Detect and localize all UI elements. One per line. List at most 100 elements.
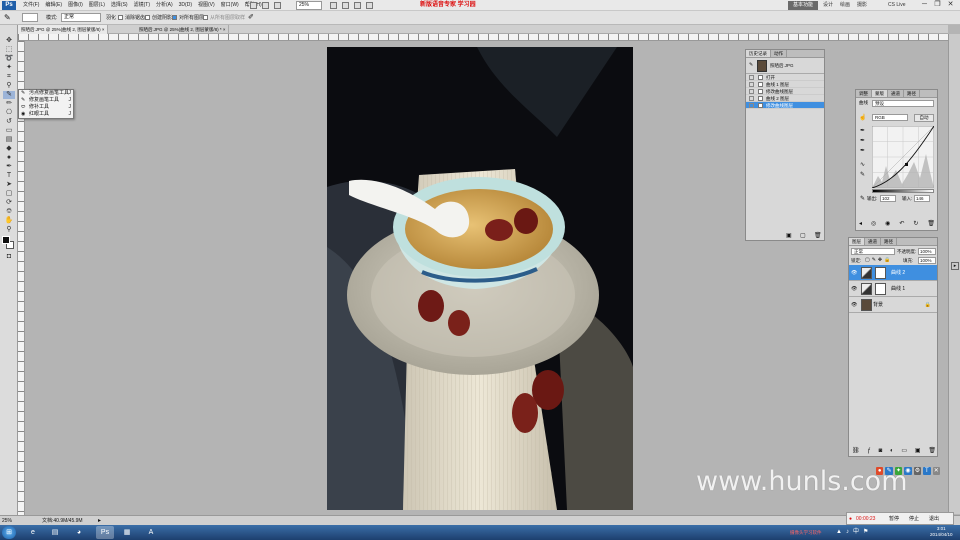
sample-all-checkbox[interactable] (203, 15, 208, 20)
menu-3d[interactable]: 3D(D) (176, 0, 195, 11)
layer-mask-thumbnail[interactable] (875, 267, 886, 279)
hand-tool-icon[interactable]: ✋ (3, 217, 15, 225)
return-icon[interactable]: ◂ (859, 220, 862, 229)
move-tool-icon[interactable]: ✥ (3, 37, 15, 45)
menu-view[interactable]: 视图(V) (195, 0, 218, 11)
layer-row-curves-1[interactable]: 👁 曲线 1 (849, 281, 937, 297)
antialias-checkbox[interactable] (118, 15, 123, 20)
tab-channels[interactable]: 通道 (888, 90, 904, 97)
reset-icon[interactable]: ↻ (913, 220, 918, 229)
text-icon[interactable]: T (923, 467, 931, 475)
layer-row-curves-2[interactable]: 👁 曲线 2 (849, 265, 937, 281)
tray-volume-icon[interactable]: ♪ (846, 528, 849, 537)
all-layers-checkbox[interactable] (172, 15, 177, 20)
eyedropper-tool-icon[interactable]: ⚲ (3, 82, 15, 90)
folder-icon[interactable]: ▦ (118, 526, 136, 539)
history-state[interactable]: 曲线 1 图层 (746, 81, 824, 88)
pencil-curve-icon[interactable]: ✎ (860, 172, 865, 179)
eye-icon[interactable]: 👁 (851, 270, 857, 276)
brush-preset-picker[interactable] (22, 13, 38, 22)
menu-file[interactable]: 文件(F) (20, 0, 42, 11)
new-layer-icon[interactable]: ▣ (915, 447, 921, 455)
eye-icon[interactable]: 👁 (851, 302, 857, 308)
patch-tool-item[interactable]: ⬭ 修补工具 J (19, 104, 73, 111)
current-tool-icon[interactable]: ✎ (4, 13, 11, 22)
channel-select[interactable]: RGB (872, 114, 908, 121)
new-group-icon[interactable]: ▭ (901, 447, 907, 455)
gradient-tool-icon[interactable]: ▤ (3, 136, 15, 144)
link-layers-icon[interactable]: ⛓ (852, 447, 860, 455)
minibridge-icon[interactable] (262, 2, 269, 9)
tray-ime-icon[interactable]: 中 (853, 528, 859, 537)
eyedropper-gray-icon[interactable]: ✒ (860, 138, 865, 145)
cs-live-menu[interactable]: CS Live (888, 0, 906, 11)
crop-tool-icon[interactable]: ⌗ (3, 73, 15, 81)
layer-mask-thumbnail[interactable] (875, 283, 886, 295)
curve-point-icon[interactable]: ∿ (860, 162, 865, 169)
close-icon[interactable]: ✕ (946, 1, 955, 10)
pressure-icon[interactable]: ✐ (248, 14, 254, 22)
menu-analysis[interactable]: 分析(A) (153, 0, 176, 11)
tab-history[interactable]: 历史记录 (746, 50, 771, 57)
workspace-painting[interactable]: 绘画 (840, 0, 850, 11)
auto-button[interactable]: 自动 (914, 114, 934, 122)
foreground-color-swatch[interactable] (2, 236, 10, 244)
arrange-documents-icon[interactable] (354, 2, 361, 9)
taskbar-clock[interactable]: 3:01 2014/04/10 (930, 526, 953, 538)
output-field[interactable]: 102 (880, 195, 896, 202)
delete-adjustment-icon[interactable]: 🗑 (927, 220, 935, 229)
menu-filter[interactable]: 滤镜(T) (131, 0, 153, 11)
history-state[interactable]: 打开 (746, 74, 824, 81)
hand-tool-icon[interactable] (330, 2, 337, 9)
tab-channels[interactable]: 通道 (865, 238, 881, 245)
quick-select-tool-icon[interactable]: ✦ (3, 64, 15, 72)
new-adjustment-icon[interactable]: ◐ (890, 447, 894, 455)
shape-tool-icon[interactable]: ▢ (3, 190, 15, 198)
opacity-field[interactable]: 100% (918, 248, 936, 255)
status-menu-arrow-icon[interactable]: ▸ (98, 517, 101, 525)
tray-network-icon[interactable]: ▲ (836, 528, 842, 537)
clip-icon[interactable]: ◎ (871, 220, 876, 229)
curves-graph[interactable] (872, 126, 934, 188)
fx-icon[interactable]: ƒ (867, 447, 870, 455)
ie-icon[interactable]: e (24, 526, 42, 539)
extras-icon[interactable] (274, 2, 281, 9)
quick-mask-icon[interactable]: ◘ (3, 253, 15, 261)
blur-tool-icon[interactable]: ◆ (3, 145, 15, 153)
eyedropper-white-icon[interactable]: ✒ (860, 148, 865, 155)
pen-tool-icon[interactable]: ✒ (3, 163, 15, 171)
brush-tool-icon[interactable]: ✏ (3, 100, 15, 108)
tab-actions[interactable]: 动作 (771, 50, 787, 57)
new-snapshot-icon[interactable]: ▣ (786, 233, 792, 239)
zoom-level[interactable]: 25% (296, 1, 322, 10)
previous-state-icon[interactable]: ↶ (899, 220, 904, 229)
menu-select[interactable]: 选择(S) (108, 0, 131, 11)
chrome-icon[interactable]: ◕ (70, 526, 88, 539)
zoom-tool-icon[interactable] (342, 2, 349, 9)
screen-mode-icon[interactable] (366, 2, 373, 9)
lasso-tool-icon[interactable]: ➰ (3, 55, 15, 63)
eye-icon[interactable]: 👁 (851, 286, 857, 292)
canvas-photo[interactable] (327, 47, 633, 510)
blend-mode-select[interactable]: 正常 (851, 248, 895, 255)
add-mask-icon[interactable]: ◙ (879, 447, 883, 455)
history-snapshot[interactable]: ✎ 照晒后.JPG (746, 58, 824, 74)
history-state[interactable]: 曲线 2 图层 (746, 95, 824, 102)
marquee-tool-icon[interactable]: ⬚ (3, 46, 15, 54)
new-document-icon[interactable]: ▢ (800, 233, 806, 239)
menu-window[interactable]: 窗口(W) (218, 0, 242, 11)
tab-paths[interactable]: 路径 (904, 90, 920, 97)
eraser-tool-icon[interactable]: ▭ (3, 127, 15, 135)
shadow-checkbox[interactable] (145, 15, 150, 20)
workspace-photography[interactable]: 摄影 (857, 0, 867, 11)
lock-icons[interactable]: ▢✎✥🔒 (865, 258, 892, 263)
on-image-adjust-icon[interactable]: ☝ (859, 115, 866, 121)
history-state-selected[interactable]: 修改曲线图层 (746, 102, 824, 109)
tray-flag-icon[interactable]: ⚑ (863, 528, 868, 537)
history-brush-tool-icon[interactable]: ↺ (3, 118, 15, 126)
clone-stamp-tool-icon[interactable]: ⎔ (3, 109, 15, 117)
menu-edit[interactable]: 编辑(E) (42, 0, 65, 11)
tab-adjustments[interactable]: 调整 (856, 90, 872, 97)
spot-healing-brush-item[interactable]: ✎ 污点修复画笔工具 J (19, 90, 73, 97)
pdf-reader-icon[interactable]: A (142, 526, 160, 539)
